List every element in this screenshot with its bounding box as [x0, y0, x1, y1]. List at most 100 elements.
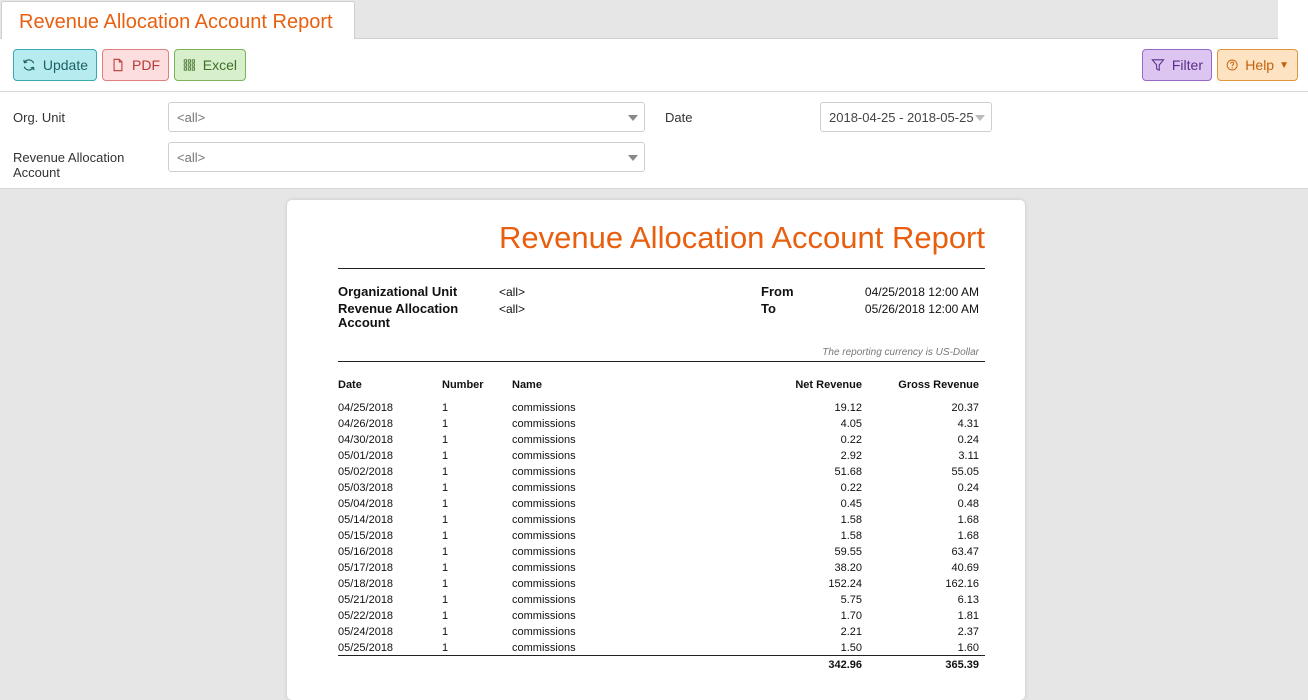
cell-number: 1: [442, 578, 449, 590]
cell-date: 05/17/2018: [338, 562, 394, 574]
update-button[interactable]: Update: [13, 49, 97, 81]
cell-name: commissions: [512, 594, 576, 606]
cell-date: 05/24/2018: [338, 626, 394, 638]
funnel-icon: [1151, 59, 1165, 72]
account-label-line2: Account: [13, 165, 60, 180]
cell-gross-revenue: 4.31: [957, 418, 979, 430]
cell-gross-revenue: 162.16: [945, 578, 979, 590]
file-icon: [113, 58, 123, 72]
col-net-revenue: Net Revenue: [795, 379, 862, 391]
date-select[interactable]: 2018-04-25 - 2018-05-25: [820, 102, 992, 132]
account-select[interactable]: <all>: [168, 142, 645, 172]
col-number: Number: [442, 379, 484, 391]
cell-name: commissions: [512, 578, 576, 590]
cell-number: 1: [442, 594, 449, 606]
cell-name: commissions: [512, 418, 576, 430]
cell-net-revenue: 2.92: [840, 450, 862, 462]
cell-date: 04/25/2018: [338, 402, 394, 414]
question-circle-icon: [1226, 59, 1238, 71]
tab-revenue-allocation-report[interactable]: Revenue Allocation Account Report: [1, 1, 355, 40]
update-label: Update: [42, 57, 88, 73]
currency-note: The reporting currency is US-Dollar: [822, 347, 979, 358]
cell-name: commissions: [512, 530, 576, 542]
cell-gross-revenue: 6.13: [957, 594, 979, 606]
cell-net-revenue: 152.24: [828, 578, 862, 590]
cell-date: 05/15/2018: [338, 530, 394, 542]
excel-label: Excel: [202, 57, 237, 73]
cell-date: 05/25/2018: [338, 642, 394, 654]
account-heading-line2: Account: [338, 315, 390, 330]
tab-bar-filler: [1278, 0, 1308, 39]
cell-gross-revenue: 63.47: [951, 546, 979, 558]
org-unit-label: Org. Unit: [13, 110, 66, 125]
tab-title: Revenue Allocation Account Report: [19, 11, 333, 33]
tab-bar: Revenue Allocation Account Report: [0, 0, 1278, 40]
pdf-button[interactable]: PDF: [102, 49, 169, 81]
filter-button[interactable]: Filter: [1142, 49, 1212, 81]
date-value: 2018-04-25 - 2018-05-25: [829, 110, 974, 125]
cell-gross-revenue: 0.24: [957, 482, 979, 494]
cell-name: commissions: [512, 626, 576, 638]
cell-net-revenue: 1.70: [840, 610, 862, 622]
cell-net-revenue: 38.20: [834, 562, 862, 574]
cell-name: commissions: [512, 562, 576, 574]
filter-label: Filter: [1171, 57, 1203, 73]
cell-name: commissions: [512, 402, 576, 414]
cell-name: commissions: [512, 514, 576, 526]
org-unit-value: <all>: [177, 110, 206, 125]
cell-number: 1: [442, 466, 449, 478]
cell-number: 1: [442, 482, 449, 494]
cell-date: 05/04/2018: [338, 498, 394, 510]
cell-number: 1: [442, 402, 449, 414]
cell-net-revenue: 19.12: [834, 402, 862, 414]
cell-gross-revenue: 55.05: [951, 466, 979, 478]
chevron-down-icon: [975, 115, 985, 121]
cell-gross-revenue: 0.24: [957, 434, 979, 446]
cell-net-revenue: 0.22: [840, 482, 862, 494]
from-heading: From: [761, 284, 794, 299]
caret-down-icon: ▼: [1279, 59, 1289, 71]
refresh-icon: [23, 59, 35, 71]
cell-date: 05/18/2018: [338, 578, 394, 590]
from-value: 04/25/2018 12:00 AM: [864, 285, 979, 299]
cell-name: commissions: [512, 498, 576, 510]
chevron-down-icon: [628, 155, 638, 161]
col-gross-revenue: Gross Revenue: [898, 379, 979, 391]
filter-panel: Org. Unit <all> Date 2018-04-25 - 2018-0…: [0, 92, 1308, 189]
cell-name: commissions: [512, 482, 576, 494]
cell-number: 1: [442, 498, 449, 510]
cell-net-revenue: 0.22: [840, 434, 862, 446]
cell-net-revenue: 1.58: [840, 530, 862, 542]
total-gross-revenue: 365.39: [945, 659, 979, 671]
cell-name: commissions: [512, 610, 576, 622]
col-date: Date: [338, 379, 362, 391]
cell-number: 1: [442, 450, 449, 462]
account-label: Revenue Allocation Account: [13, 150, 124, 180]
cell-number: 1: [442, 562, 449, 574]
cell-gross-revenue: 20.37: [951, 402, 979, 414]
account-heading-line1: Revenue Allocation: [338, 301, 459, 316]
cell-date: 04/26/2018: [338, 418, 394, 430]
cell-number: 1: [442, 642, 449, 654]
divider: [338, 268, 985, 269]
cell-number: 1: [442, 434, 449, 446]
cell-date: 04/30/2018: [338, 434, 394, 446]
cell-net-revenue: 1.58: [840, 514, 862, 526]
help-label: Help: [1245, 57, 1275, 73]
divider: [338, 361, 985, 362]
cell-date: 05/16/2018: [338, 546, 394, 558]
date-label: Date: [665, 110, 693, 125]
cell-gross-revenue: 3.11: [958, 450, 979, 462]
cell-name: commissions: [512, 434, 576, 446]
cell-name: commissions: [512, 546, 576, 558]
cell-date: 05/03/2018: [338, 482, 394, 494]
org-unit-heading: Organizational Unit: [338, 284, 458, 299]
to-heading: To: [761, 301, 776, 316]
excel-button[interactable]: Excel: [174, 49, 246, 81]
help-button[interactable]: Help ▼: [1217, 49, 1298, 81]
account-value: <all>: [499, 302, 526, 316]
cell-net-revenue: 4.05: [840, 418, 862, 430]
org-unit-select[interactable]: <all>: [168, 102, 645, 132]
cell-net-revenue: 5.75: [840, 594, 862, 606]
report-page: Revenue Allocation Account Report Organi…: [287, 200, 1025, 700]
